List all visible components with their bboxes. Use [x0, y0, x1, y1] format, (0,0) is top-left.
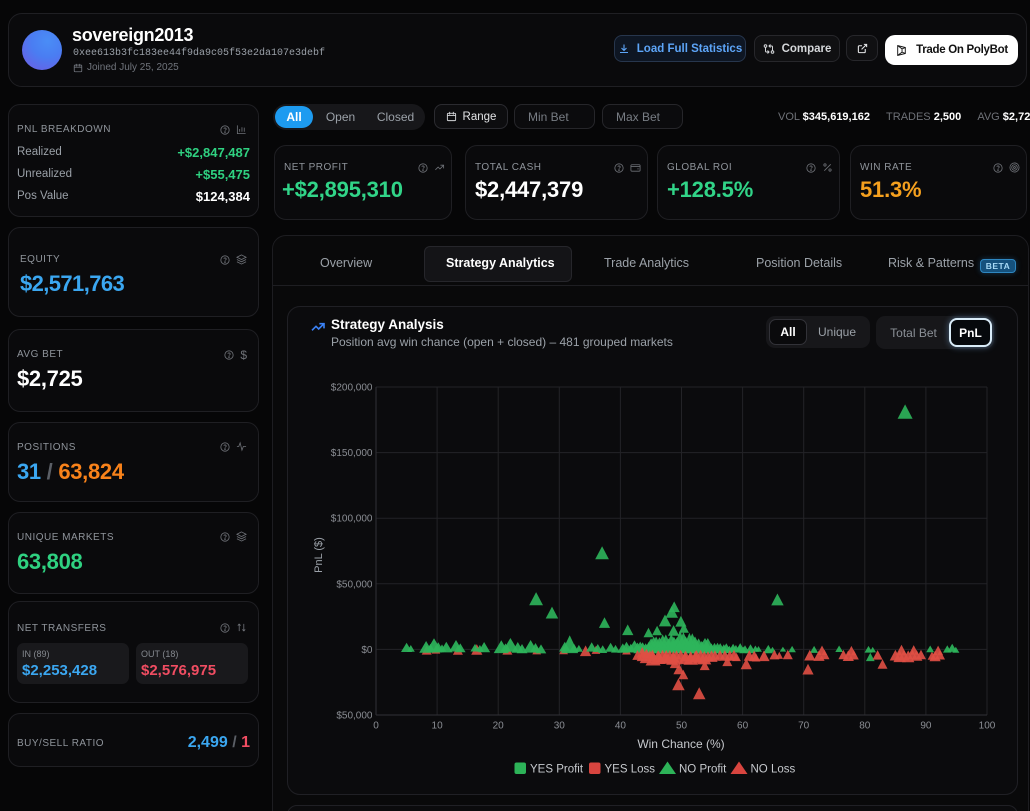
svg-text:YES Profit: YES Profit: [530, 764, 584, 776]
svg-text:0: 0: [373, 721, 379, 732]
svg-text:$150,000: $150,000: [331, 448, 373, 459]
svg-text:PnL ($): PnL ($): [313, 537, 325, 573]
svg-text:50: 50: [676, 721, 688, 732]
svg-text:NO Loss: NO Loss: [751, 764, 796, 776]
svg-text:90: 90: [920, 721, 932, 732]
svg-text:30: 30: [554, 721, 566, 732]
svg-text:YES Loss: YES Loss: [605, 764, 656, 776]
svg-text:$100,000: $100,000: [331, 514, 373, 525]
svg-text:80: 80: [859, 721, 871, 732]
svg-text:NO Profit: NO Profit: [679, 764, 727, 776]
svg-text:10: 10: [432, 721, 444, 732]
svg-text:$50,000: $50,000: [336, 579, 373, 590]
svg-text:$0: $0: [361, 645, 373, 656]
svg-text:40: 40: [615, 721, 627, 732]
svg-text:100: 100: [979, 721, 996, 732]
svg-text:70: 70: [798, 721, 810, 732]
svg-text:Win Chance (%): Win Chance (%): [637, 737, 724, 751]
svg-text:$50,000: $50,000: [336, 711, 373, 722]
svg-text:20: 20: [493, 721, 505, 732]
svg-text:$200,000: $200,000: [331, 383, 373, 394]
svg-text:60: 60: [737, 721, 749, 732]
